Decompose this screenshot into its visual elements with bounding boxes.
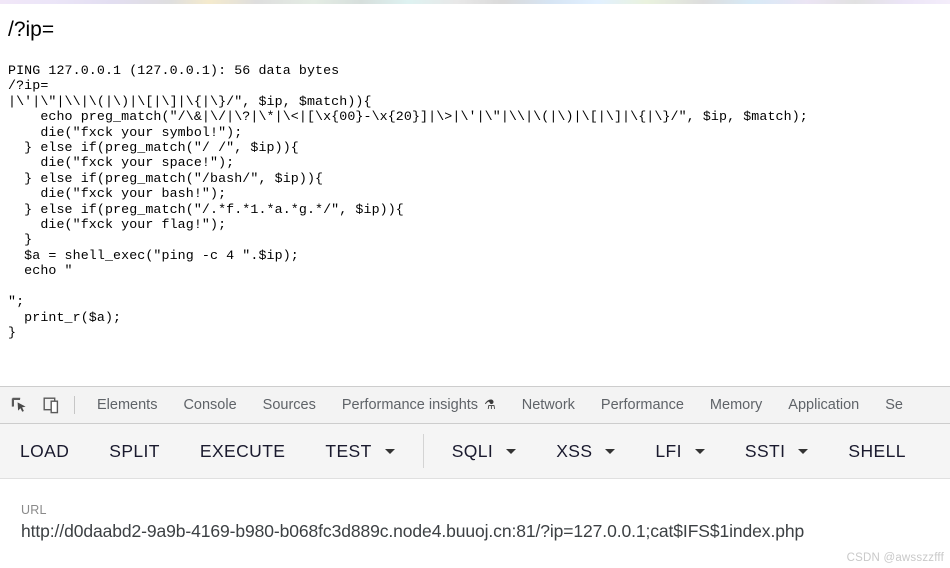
execute-button-label: EXECUTE <box>199 440 286 461</box>
url-input[interactable]: http://d0daabd2-9a9b-4169-b980-b068fc3d8… <box>21 521 804 542</box>
tab-network-label: Network <box>521 397 575 413</box>
tab-sources-label: Sources <box>262 397 316 413</box>
tab-network[interactable]: Network <box>509 387 588 423</box>
tab-performance-insights-label: Performance insights <box>341 397 479 413</box>
xss-menu-button[interactable]: XSS <box>536 424 635 478</box>
split-button-label: SPLIT <box>109 440 160 461</box>
tab-security-label: Se <box>885 397 903 413</box>
chevron-down-icon <box>506 448 517 454</box>
sqli-menu-label: SQLI <box>451 440 494 461</box>
csdn-watermark: CSDN @awsszzfff <box>846 552 944 564</box>
tab-sources[interactable]: Sources <box>250 387 329 423</box>
ssti-menu-label: SSTI <box>744 440 786 461</box>
tab-performance[interactable]: Performance <box>588 387 697 423</box>
tab-console-label: Console <box>183 397 237 413</box>
load-button-label: LOAD <box>20 440 70 461</box>
sqli-menu-button[interactable]: SQLI <box>432 424 536 478</box>
execute-button[interactable]: EXECUTE <box>180 424 305 478</box>
tab-memory-label: Memory <box>709 397 763 413</box>
lfi-menu-button[interactable]: LFI <box>635 424 725 478</box>
tab-security[interactable]: Se <box>872 387 916 423</box>
split-button[interactable]: SPLIT <box>89 424 180 478</box>
chevron-down-icon <box>605 448 616 454</box>
devtools-toolbar-divider <box>74 396 75 414</box>
tab-application[interactable]: Application <box>775 387 872 423</box>
chevron-down-icon <box>384 448 395 454</box>
experiment-flask-icon: ⚗ <box>484 397 496 412</box>
test-menu-button[interactable]: TEST <box>305 424 414 478</box>
page-title: /?ip= <box>8 18 55 41</box>
tab-console[interactable]: Console <box>170 387 249 423</box>
device-toolbar-icon[interactable] <box>39 393 66 418</box>
hackbar-divider <box>422 434 424 468</box>
tab-performance-label: Performance <box>600 397 684 413</box>
url-panel: URL http://d0daabd2-9a9b-4169-b980-b068f… <box>0 480 950 568</box>
ping-output-preformatted: PING 127.0.0.1 (127.0.0.1): 56 data byte… <box>8 63 808 340</box>
inspect-element-glyph <box>11 397 26 412</box>
devtools-tab-bar: Elements Console Sources Performance ins… <box>0 386 950 424</box>
hackbar-toolbar: LOAD SPLIT EXECUTE TEST SQLI XSS LFI SST… <box>0 424 950 479</box>
device-toolbar-glyph <box>43 397 59 413</box>
chevron-down-icon <box>694 448 705 454</box>
chevron-down-icon <box>798 448 809 454</box>
lfi-menu-label: LFI <box>655 440 682 461</box>
tab-elements-label: Elements <box>97 397 158 413</box>
xss-menu-label: XSS <box>556 440 593 461</box>
ssti-menu-button[interactable]: SSTI <box>725 424 829 478</box>
url-field-label: URL <box>21 503 47 517</box>
tab-application-label: Application <box>788 397 860 413</box>
inspect-element-icon[interactable] <box>6 393 33 418</box>
tab-performance-insights[interactable]: Performance insights ⚗ <box>329 387 509 423</box>
tab-elements[interactable]: Elements <box>84 387 170 423</box>
browser-page-content: /?ip= PING 127.0.0.1 (127.0.0.1): 56 dat… <box>0 4 950 386</box>
load-button[interactable]: LOAD <box>0 424 89 478</box>
shell-menu-label: SHELL <box>848 440 906 461</box>
tab-memory[interactable]: Memory <box>697 387 775 423</box>
test-menu-label: TEST <box>325 440 372 461</box>
shell-menu-button[interactable]: SHELL <box>828 424 925 478</box>
